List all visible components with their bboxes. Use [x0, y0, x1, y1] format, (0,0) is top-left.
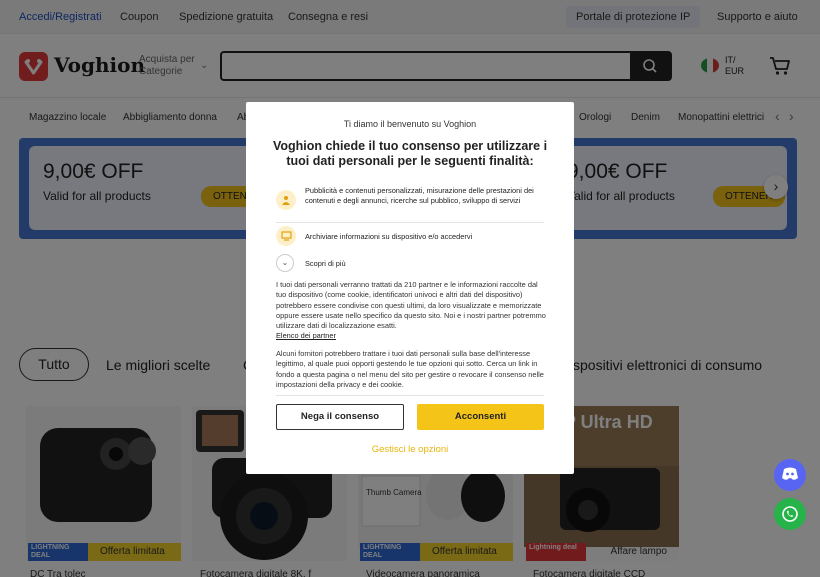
accept-consent-button[interactable]: Acconsenti	[417, 404, 544, 430]
device-icon	[276, 226, 296, 246]
purpose-store-info: Archiviare informazioni su dispositivo e…	[305, 232, 473, 241]
partners-list-link[interactable]: Elenco dei partner	[276, 331, 336, 340]
partners-text: I tuoi dati personali verranno trattati …	[276, 280, 546, 331]
whatsapp-icon[interactable]	[774, 498, 806, 530]
divider	[276, 395, 544, 396]
chevron-down-icon[interactable]: ⌄	[276, 254, 294, 272]
deny-consent-button[interactable]: Nega il consenso	[276, 404, 404, 430]
consent-modal: Ti diamo il benvenuto su Voghion Voghion…	[246, 102, 574, 474]
manage-options-link[interactable]: Gestisci le opzioni	[246, 444, 574, 455]
modal-title: Voghion chiede il tuo consenso per utili…	[272, 139, 548, 168]
discord-icon[interactable]	[774, 459, 806, 491]
modal-body-legitimate-interest: Alcuni fornitori potrebbero trattare i t…	[276, 349, 544, 389]
modal-body-partners: I tuoi dati personali verranno trattati …	[276, 280, 546, 342]
learn-more-toggle[interactable]: Scopri di più	[305, 259, 346, 268]
modal-welcome: Ti diamo il benvenuto su Voghion	[343, 119, 477, 129]
divider	[276, 222, 544, 223]
purpose-personalized-ads: Pubblicità e contenuti personalizzati, m…	[305, 186, 534, 205]
user-icon	[276, 190, 296, 210]
